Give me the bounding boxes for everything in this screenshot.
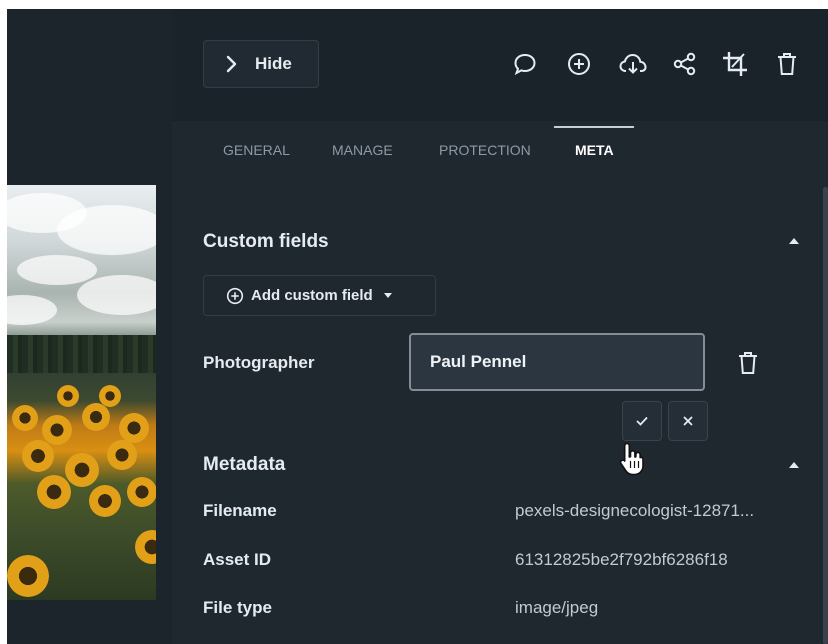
metadata-label-asset-id: Asset ID	[203, 550, 272, 569]
add-custom-field-button[interactable]: Add custom field	[203, 275, 436, 316]
tab-manage[interactable]: MANAGE	[332, 142, 393, 158]
asset-detail-window: Hide GENERAL MANAGE PROTECTION META Cust…	[7, 9, 828, 644]
add-custom-field-label: Add custom field	[251, 287, 373, 304]
close-icon	[683, 416, 693, 426]
tab-meta[interactable]: META	[575, 142, 614, 158]
trash-icon[interactable]	[772, 49, 802, 79]
custom-fields-title: Custom fields	[203, 231, 329, 252]
comment-icon[interactable]	[510, 49, 540, 79]
dropdown-caret-icon	[383, 293, 392, 298]
tab-bar: GENERAL MANAGE PROTECTION META	[172, 121, 828, 176]
check-icon	[636, 416, 648, 426]
cloud-download-icon[interactable]	[618, 49, 648, 79]
crop-icon[interactable]	[720, 49, 750, 79]
cancel-field-button[interactable]	[668, 401, 708, 441]
metadata-value-file-type: image/jpeg	[515, 598, 599, 617]
metadata-value-filename: pexels-designecologist-12871...	[515, 501, 755, 520]
collapse-metadata-icon[interactable]	[789, 462, 799, 468]
chevron-right-icon	[226, 55, 237, 73]
metadata-title: Metadata	[203, 454, 286, 475]
collapse-custom-fields-icon[interactable]	[789, 238, 799, 244]
panel-toolbar: Hide	[172, 9, 828, 121]
confirm-field-button[interactable]	[622, 401, 662, 441]
asset-preview-image[interactable]	[7, 185, 156, 600]
share-icon[interactable]	[670, 49, 700, 79]
tab-protection[interactable]: PROTECTION	[439, 142, 531, 158]
active-tab-indicator	[554, 126, 634, 128]
preview-pane	[7, 9, 172, 644]
add-circle-icon	[226, 287, 244, 304]
trash-icon[interactable]	[733, 348, 763, 378]
hide-button-label: Hide	[255, 54, 292, 73]
hide-panel-button[interactable]: Hide	[203, 40, 319, 88]
metadata-value-asset-id: 61312825be2f792bf6286f18	[515, 550, 728, 569]
panel-scrollbar[interactable]	[823, 187, 828, 644]
metadata-label-filename: Filename	[203, 501, 277, 520]
add-circle-icon[interactable]	[564, 49, 594, 79]
metadata-label-file-type: File type	[203, 598, 272, 617]
details-panel: Hide GENERAL MANAGE PROTECTION META Cust…	[172, 9, 828, 644]
tab-general[interactable]: GENERAL	[223, 142, 290, 158]
hand-cursor-icon	[619, 442, 644, 476]
custom-field-label: Photographer	[203, 353, 315, 372]
custom-field-value-input[interactable]	[409, 333, 705, 391]
